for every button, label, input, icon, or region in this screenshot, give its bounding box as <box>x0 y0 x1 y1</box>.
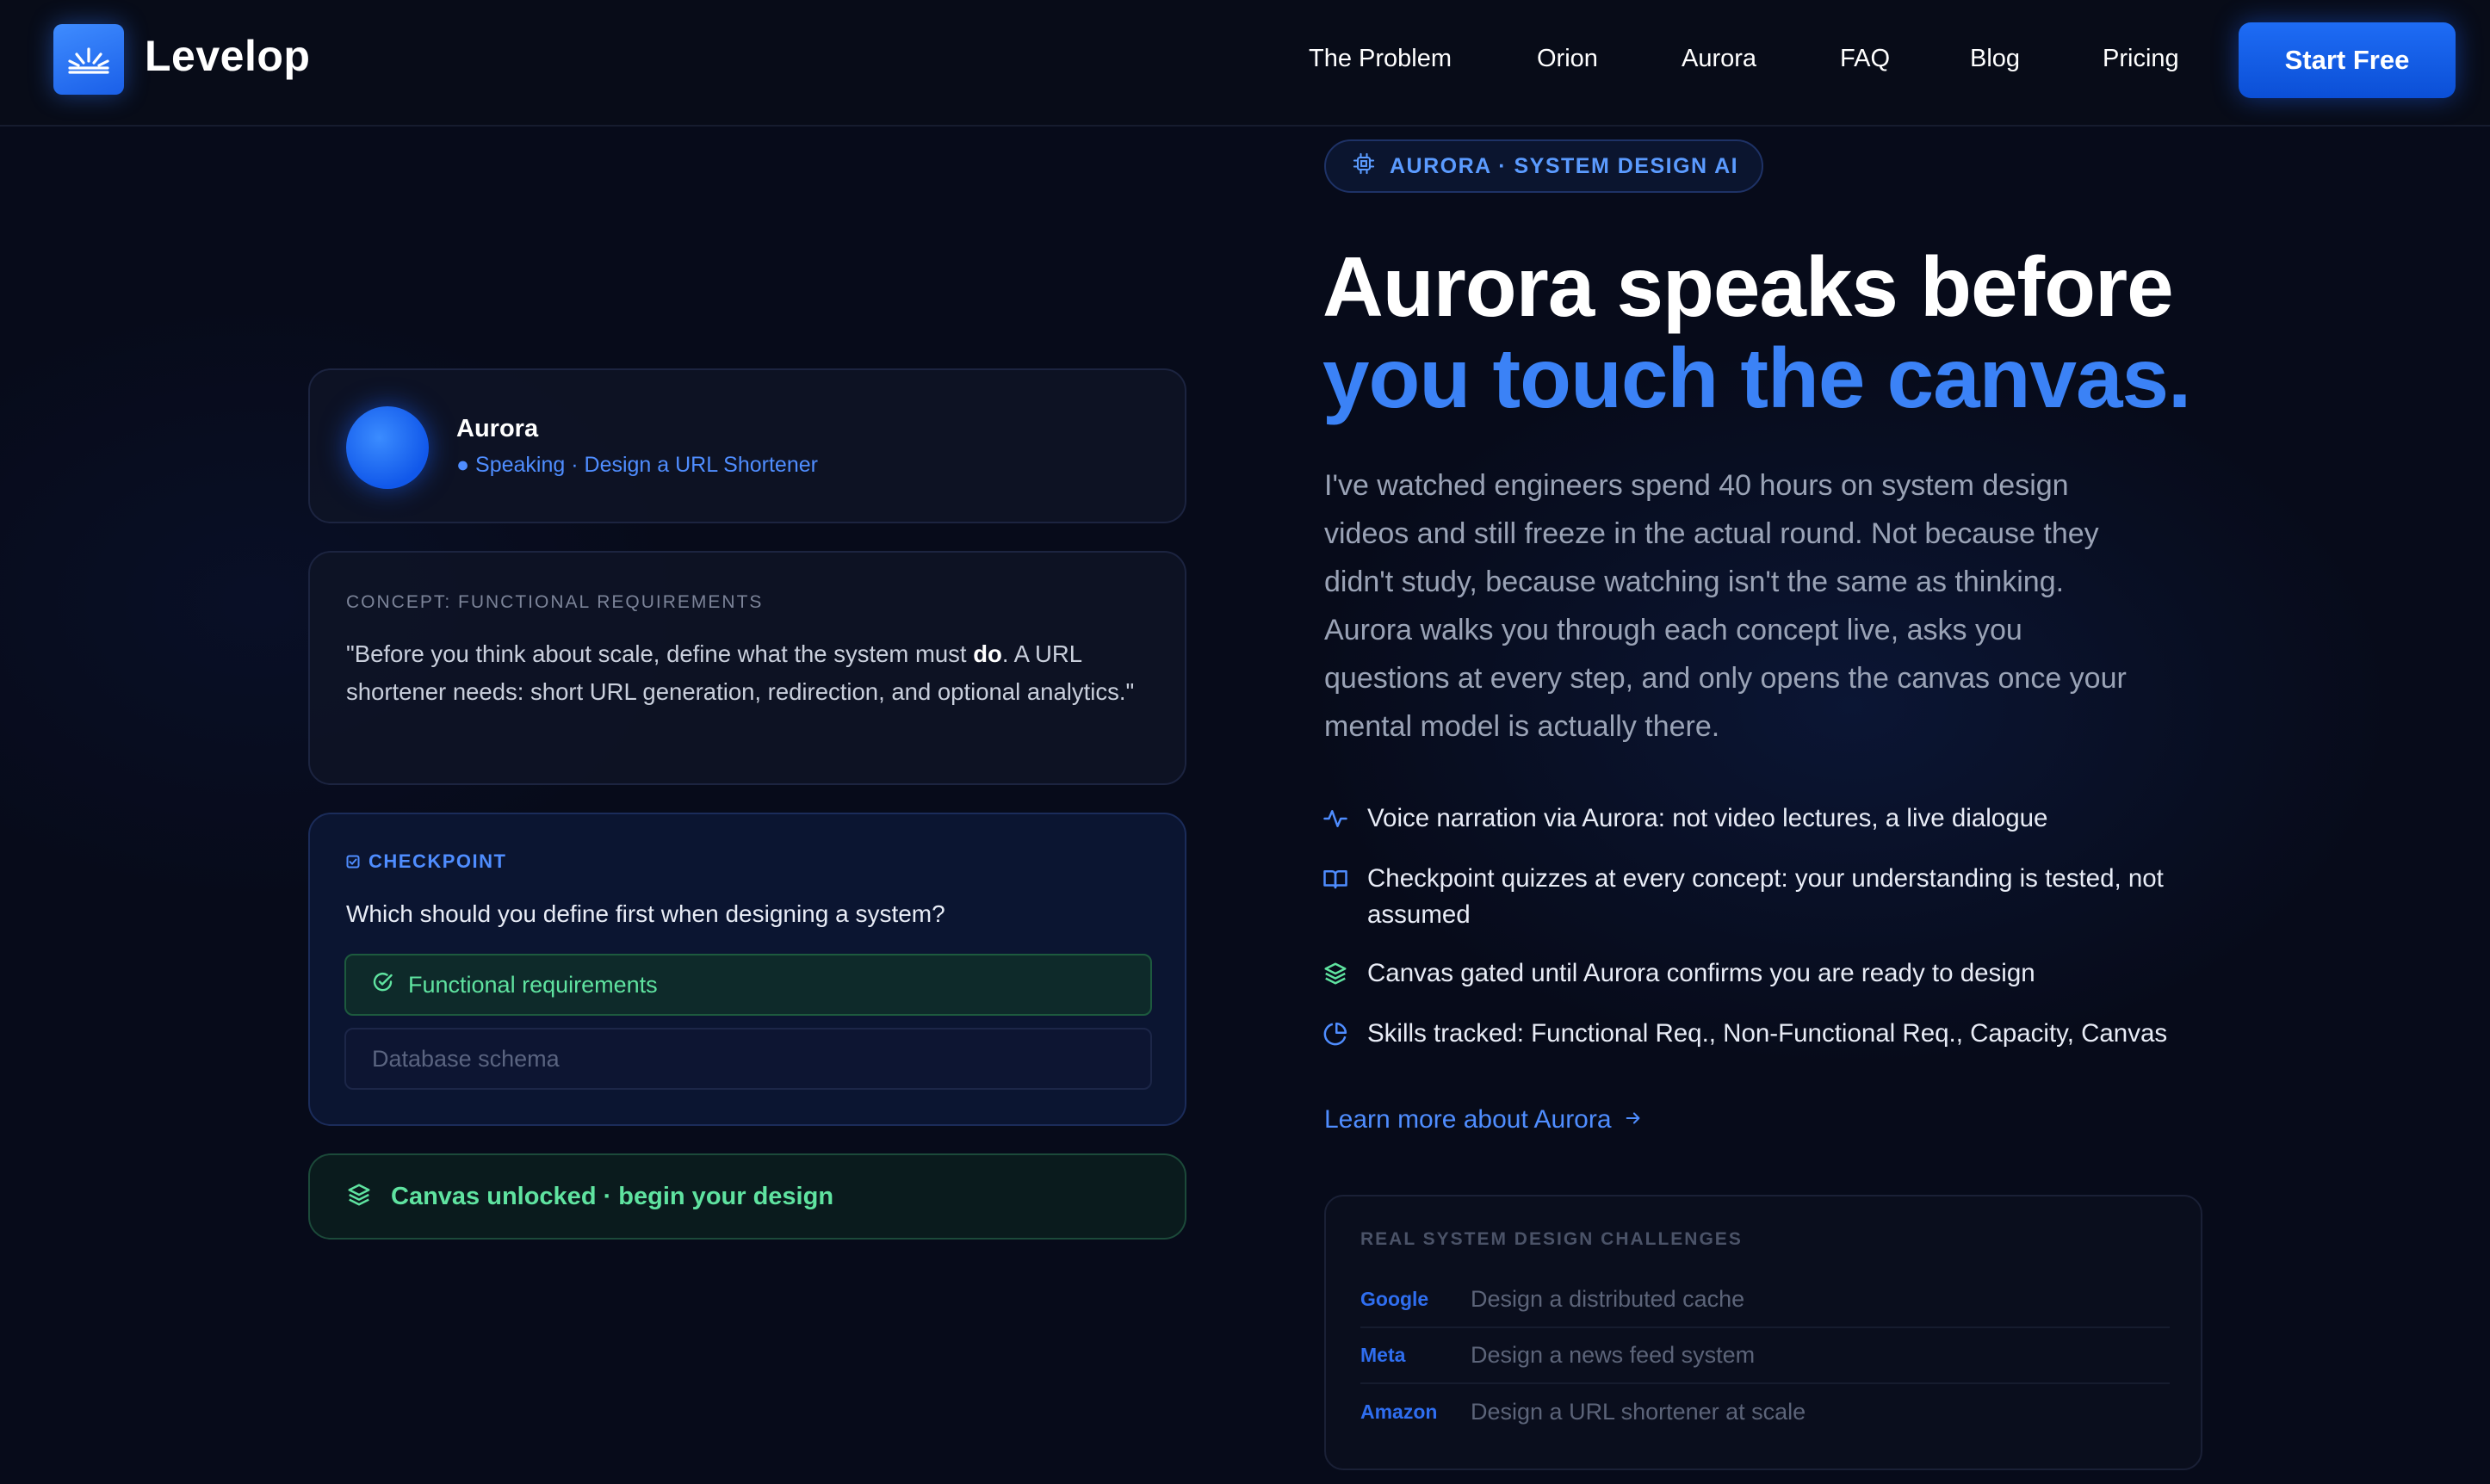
challenge-task: Design a distributed cache <box>1471 1286 1745 1312</box>
check-circle-icon <box>372 971 394 999</box>
challenge-company: Amazon <box>1360 1401 1438 1423</box>
aurora-name: Aurora <box>456 415 539 442</box>
answer-option-label: Functional requirements <box>408 971 658 998</box>
checkpoint-card: CHECKPOINT Which should you define first… <box>308 813 1186 1126</box>
aurora-status: ● Speaking · Design a URL Shortener <box>456 453 818 477</box>
hero-title-line1: Aurora speaks before <box>1322 239 2174 334</box>
challenge-task: Design a news feed system <box>1471 1342 1756 1368</box>
answer-option-functional-requirements[interactable]: Functional requirements <box>344 954 1152 1016</box>
concept-label: CONCEPT: FUNCTIONAL REQUIREMENTS <box>346 592 764 612</box>
concept-quote: "Before you think about scale, define wh… <box>346 640 1135 705</box>
challenge-company: Google <box>1360 1288 1429 1310</box>
aurora-speaker-card: Aurora ● Speaking · Design a URL Shorten… <box>308 368 1186 523</box>
challenge-row[interactable]: Meta Design a news feed system <box>1360 1328 2170 1384</box>
book-open-icon <box>1322 866 1348 902</box>
feature-item: Skills tracked: Functional Req., Non-Fun… <box>1322 1016 2167 1057</box>
challenge-company: Meta <box>1360 1344 1406 1366</box>
brand-name[interactable]: Levelop <box>145 31 310 81</box>
checkpoint-label: CHECKPOINT <box>346 850 506 873</box>
hero-title: Aurora speaks before you touch the canva… <box>1322 239 2191 425</box>
activity-icon <box>1322 806 1348 842</box>
learn-more-link[interactable]: Learn more about Aurora <box>1324 1105 1643 1135</box>
arrow-right-icon <box>1624 1105 1643 1135</box>
challenge-row[interactable]: Amazon Design a URL shortener at scale <box>1360 1384 2170 1440</box>
checkpoint-question: Which should you define first when desig… <box>346 900 945 927</box>
layers-icon <box>1322 961 1348 997</box>
cpu-icon <box>1352 151 1376 182</box>
feature-item: Canvas gated until Aurora confirms you a… <box>1322 955 2035 997</box>
challenge-task: Design a URL shortener at scale <box>1471 1399 1806 1425</box>
page: Levelop The Problem Orion Aurora FAQ Blo… <box>0 0 2490 1484</box>
nav-link-the-problem[interactable]: The Problem <box>1309 45 1452 73</box>
checkbox-icon <box>346 855 360 869</box>
concept-card: CONCEPT: FUNCTIONAL REQUIREMENTS "Before… <box>308 551 1186 785</box>
hero-title-line2: you touch the canvas. <box>1322 331 2191 425</box>
start-free-button[interactable]: Start Free <box>2239 22 2456 98</box>
nav-link-faq[interactable]: FAQ <box>1840 45 1890 73</box>
logo-icon[interactable] <box>53 24 124 95</box>
challenges-title: REAL SYSTEM DESIGN CHALLENGES <box>1360 1229 1743 1249</box>
canvas-unlocked-banner[interactable]: Canvas unlocked · begin your design <box>308 1153 1186 1240</box>
challenges-card: REAL SYSTEM DESIGN CHALLENGES Google Des… <box>1324 1195 2202 1470</box>
feature-item: Checkpoint quizzes at every concept: you… <box>1322 861 2192 933</box>
feature-item: Voice narration via Aurora: not video le… <box>1322 801 2047 842</box>
layers-icon <box>346 1182 372 1212</box>
nav-link-orion[interactable]: Orion <box>1537 45 1598 73</box>
nav-link-aurora[interactable]: Aurora <box>1682 45 1756 73</box>
hero-lead-paragraph: I've watched engineers spend 40 hours on… <box>1324 469 2127 743</box>
answer-option-label: Database schema <box>372 1045 560 1072</box>
pie-chart-icon <box>1322 1021 1348 1057</box>
nav-link-blog[interactable]: Blog <box>1970 45 2020 73</box>
challenge-row[interactable]: Google Design a distributed cache <box>1360 1272 2170 1328</box>
answer-option-database-schema[interactable]: Database schema <box>344 1028 1152 1090</box>
aurora-avatar <box>346 406 429 489</box>
section-pill-label: AURORA · SYSTEM DESIGN AI <box>1390 153 1739 178</box>
nav-link-pricing[interactable]: Pricing <box>2103 45 2179 73</box>
canvas-unlocked-text: Canvas unlocked · begin your design <box>391 1182 834 1210</box>
top-navbar: Levelop The Problem Orion Aurora FAQ Blo… <box>0 0 2490 127</box>
section-pill: AURORA · SYSTEM DESIGN AI <box>1324 139 1763 193</box>
